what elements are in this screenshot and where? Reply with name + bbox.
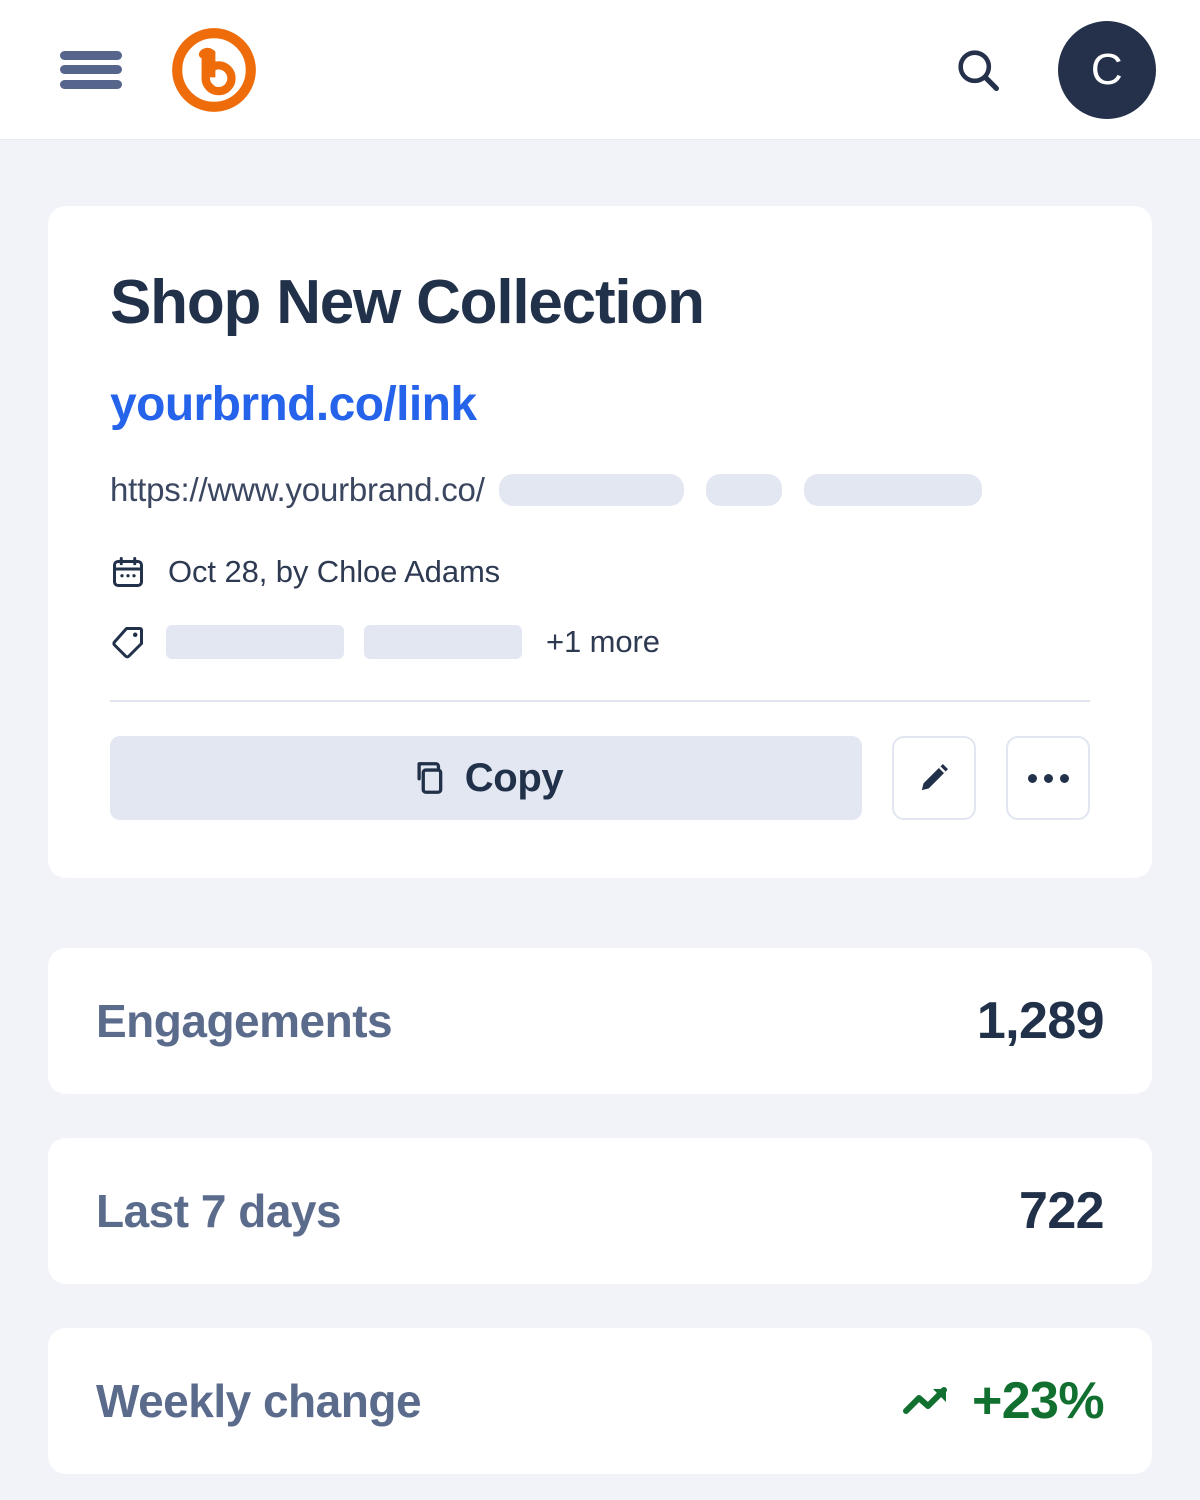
link-meta-text: Oct 28, by Chloe Adams [168, 554, 501, 590]
stat-card-weekly-change[interactable]: Weekly change +23% [48, 1328, 1152, 1475]
more-dot [1059, 773, 1069, 783]
link-meta-row: Oct 28, by Chloe Adams [110, 552, 1090, 592]
hamburger-bar [60, 50, 122, 60]
edit-button[interactable] [892, 736, 976, 821]
app-bar-left-group [60, 24, 260, 116]
pencil-edit-icon [921, 764, 948, 791]
search-icon [958, 49, 1000, 91]
card-actions: Copy [110, 736, 1090, 821]
stat-card-engagements[interactable]: Engagements 1,289 [48, 948, 1152, 1095]
long-url-row: https://www.yourbrand.co/ [110, 468, 1090, 512]
app-bar: C [0, 0, 1200, 140]
avatar[interactable]: C [1058, 20, 1156, 119]
hamburger-bar [60, 79, 122, 89]
avatar-initial: C [1090, 44, 1124, 94]
url-redaction-pill [705, 474, 782, 507]
link-detail-card: Shop New Collection yourbrnd.co/link htt… [48, 206, 1152, 879]
stat-label: Weekly change [96, 1375, 422, 1428]
page-content: Shop New Collection yourbrnd.co/link htt… [0, 140, 1200, 1475]
card-divider [110, 700, 1090, 703]
more-dot [1043, 773, 1053, 783]
calendar-icon [113, 557, 143, 588]
long-url-text: https://www.yourbrand.co/ [110, 471, 485, 509]
search-button[interactable] [950, 42, 1006, 98]
copy-button-label: Copy [464, 755, 564, 800]
app-bar-right-group: C [950, 20, 1156, 119]
hamburger-menu-icon[interactable] [60, 47, 122, 93]
tag-row: +1 more [110, 622, 1090, 662]
stat-value: 722 [1019, 1182, 1105, 1241]
trending-up-icon [902, 1387, 947, 1415]
stat-card-last-7-days[interactable]: Last 7 days 722 [48, 1138, 1152, 1285]
hamburger-bar [60, 65, 122, 74]
stat-value: +23% [971, 1372, 1105, 1431]
url-redaction-pill [498, 474, 684, 507]
url-redaction-pill [803, 474, 982, 507]
stat-value-change: +23% [902, 1371, 1105, 1431]
stat-label: Engagements [96, 995, 393, 1048]
tag-redaction-pill [166, 625, 344, 660]
more-dot [1027, 773, 1037, 783]
copy-button[interactable]: Copy [110, 736, 862, 821]
page-title: Shop New Collection [110, 268, 705, 337]
copy-icon [417, 762, 443, 795]
short-link[interactable]: yourbrnd.co/link [110, 377, 477, 432]
stat-label: Last 7 days [96, 1185, 342, 1238]
tag-icon [112, 627, 143, 659]
tag-redaction-pill [364, 625, 522, 660]
bitly-b-logo[interactable] [168, 24, 260, 116]
stat-value: 1,289 [976, 992, 1105, 1051]
more-horizontal-icon [1027, 773, 1069, 783]
tags-more-label[interactable]: +1 more [546, 624, 660, 660]
more-options-button[interactable] [1006, 736, 1090, 821]
